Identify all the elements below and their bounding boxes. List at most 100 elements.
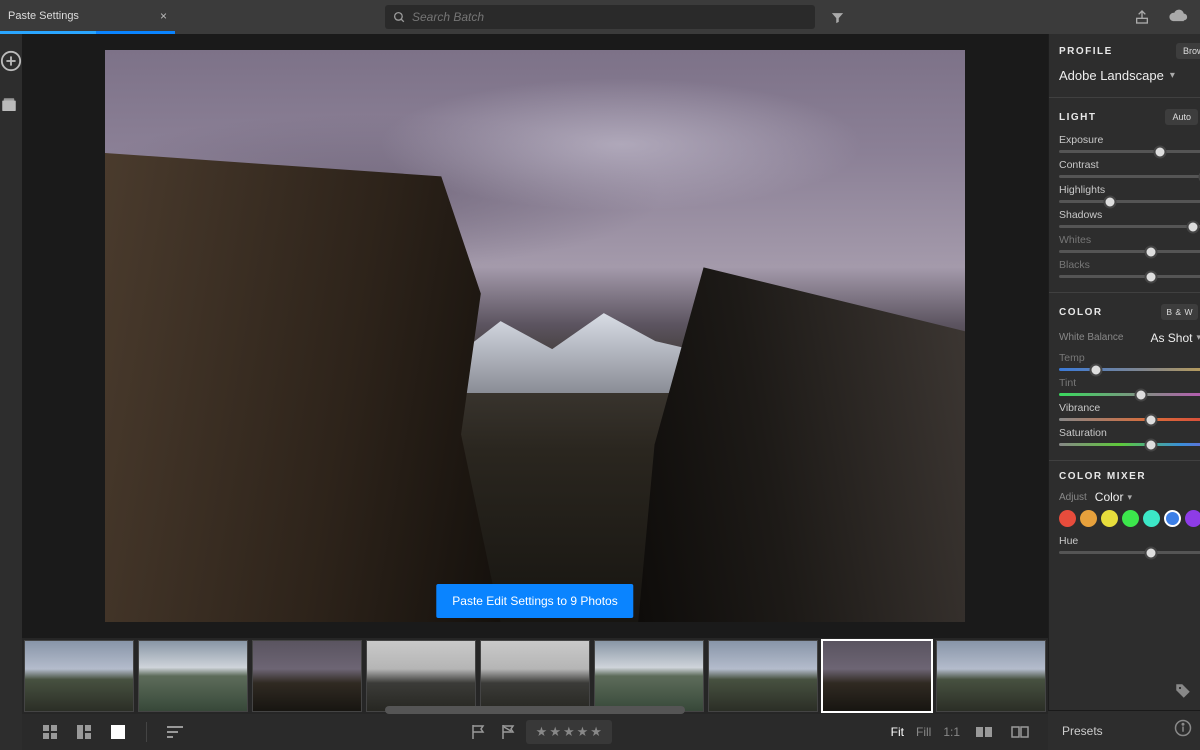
profile-value: Adobe Landscape xyxy=(1059,68,1164,83)
star-icon[interactable]: ★ xyxy=(549,724,561,740)
slider-label: Exposure xyxy=(1059,134,1103,146)
main-photo xyxy=(105,50,965,622)
wb-select[interactable]: As Shot ▾ xyxy=(1150,331,1200,345)
color-swatch[interactable] xyxy=(1164,510,1181,527)
slider-track[interactable] xyxy=(1059,418,1200,421)
before-after-icon[interactable] xyxy=(1008,720,1032,744)
star-rating[interactable]: ★ ★ ★ ★ ★ xyxy=(526,720,612,744)
thumbnail[interactable] xyxy=(366,640,476,712)
star-icon[interactable]: ★ xyxy=(563,724,575,740)
chevron-down-icon: ▾ xyxy=(1196,332,1200,343)
slider-track[interactable] xyxy=(1059,368,1200,371)
left-rail xyxy=(0,34,22,750)
top-bar: Paste Settings × xyxy=(0,0,1200,34)
star-icon[interactable]: ★ xyxy=(590,724,602,740)
slider-track[interactable] xyxy=(1059,200,1200,203)
chevron-down-icon: ▾ xyxy=(1170,70,1175,81)
color-swatch[interactable] xyxy=(1143,510,1160,527)
search-input[interactable] xyxy=(406,10,807,24)
show-original-icon[interactable] xyxy=(972,720,996,744)
adjust-label: Adjust xyxy=(1059,492,1087,503)
bottom-bar: ★ ★ ★ ★ ★ Fit Fill 1:1 xyxy=(22,714,1048,750)
color-heading: Color xyxy=(1059,307,1103,318)
slider-track[interactable] xyxy=(1059,150,1200,153)
zoom-1to1[interactable]: 1:1 xyxy=(943,725,960,739)
grid-view-icon[interactable] xyxy=(38,720,62,744)
color-swatch[interactable] xyxy=(1122,510,1139,527)
add-photos-icon[interactable] xyxy=(0,50,22,72)
color-swatches xyxy=(1059,510,1200,527)
light-heading: Light xyxy=(1059,112,1097,123)
filter-icon[interactable] xyxy=(830,10,845,25)
info-icon[interactable] xyxy=(1174,719,1192,742)
star-icon[interactable]: ★ xyxy=(536,724,548,740)
slider-track[interactable] xyxy=(1059,175,1200,178)
slider-track[interactable] xyxy=(1059,275,1200,278)
search-field[interactable] xyxy=(385,5,815,29)
slider-label: Highlights xyxy=(1059,184,1105,196)
color-mixer-section: Color Mixer Adjust Color ▾ Hue0 xyxy=(1059,471,1200,554)
star-icon[interactable]: ★ xyxy=(577,724,589,740)
flag-pick-icon[interactable] xyxy=(466,720,490,744)
slider-track[interactable] xyxy=(1059,443,1200,446)
document-tab[interactable]: Paste Settings × xyxy=(0,0,175,34)
browse-profiles-button[interactable]: Browse xyxy=(1176,43,1200,59)
thumbnail[interactable] xyxy=(24,640,134,712)
thumbnail[interactable] xyxy=(708,640,818,712)
slider-label: Temp xyxy=(1059,352,1085,364)
light-section: Light Auto ▾ Exposure + 0.58 Contrast + … xyxy=(1059,108,1200,278)
flag-reject-icon[interactable] xyxy=(496,720,520,744)
edit-panel: Profile Browse ▾ Adobe Landscape ▾ Li xyxy=(1048,34,1200,710)
mixer-heading: Color Mixer xyxy=(1059,471,1146,482)
wb-label: White Balance xyxy=(1059,332,1123,343)
color-swatch[interactable] xyxy=(1185,510,1200,527)
slider-track[interactable] xyxy=(1059,225,1200,228)
slider-label: Shadows xyxy=(1059,209,1102,221)
slider-label: Whites xyxy=(1059,234,1091,246)
thumbnail-selected[interactable] xyxy=(822,640,932,712)
tag-icon[interactable] xyxy=(1174,682,1192,705)
zoom-fit[interactable]: Fit xyxy=(891,725,904,739)
zoom-fill[interactable]: Fill xyxy=(916,725,931,739)
auto-button[interactable]: Auto xyxy=(1165,109,1198,125)
adjust-select[interactable]: Color ▾ xyxy=(1095,490,1132,504)
library-icon[interactable] xyxy=(0,96,22,118)
detail-view-icon[interactable] xyxy=(106,720,130,744)
slider-label: Vibrance xyxy=(1059,402,1100,414)
slider-track[interactable] xyxy=(1059,393,1200,396)
sort-icon[interactable] xyxy=(163,720,187,744)
slider-label: Saturation xyxy=(1059,427,1107,439)
thumbnail[interactable] xyxy=(936,640,1046,712)
slider-label: Tint xyxy=(1059,377,1076,389)
filmstrip[interactable] xyxy=(22,638,1048,714)
image-viewer[interactable]: Paste Edit Settings to 9 Photos xyxy=(22,34,1048,638)
presets-label: Presets xyxy=(1062,724,1103,738)
profile-select[interactable]: Adobe Landscape ▾ xyxy=(1059,68,1200,83)
profile-heading: Profile xyxy=(1059,46,1113,57)
color-swatch[interactable] xyxy=(1080,510,1097,527)
thumbnail[interactable] xyxy=(252,640,362,712)
color-swatch[interactable] xyxy=(1101,510,1118,527)
close-icon[interactable]: × xyxy=(160,9,167,23)
slider-label: Blacks xyxy=(1059,259,1090,271)
thumbnail[interactable] xyxy=(594,640,704,712)
filmstrip-scrollbar[interactable] xyxy=(385,706,685,714)
color-section: Color B & W ▾ White Balance As Shot ▾ xyxy=(1059,303,1200,446)
bw-button[interactable]: B & W xyxy=(1161,304,1198,320)
paste-toast: Paste Edit Settings to 9 Photos xyxy=(436,584,633,618)
hue-label: Hue xyxy=(1059,535,1078,547)
cloud-sync-icon[interactable] xyxy=(1168,9,1188,25)
center-area: Paste Edit Settings to 9 Photos xyxy=(22,34,1048,750)
hue-slider[interactable] xyxy=(1059,551,1200,554)
slider-label: Contrast xyxy=(1059,159,1099,171)
search-icon xyxy=(393,11,406,24)
profile-section: Profile Browse ▾ Adobe Landscape ▾ xyxy=(1059,42,1200,83)
thumbnail[interactable] xyxy=(480,640,590,712)
share-icon[interactable] xyxy=(1134,9,1150,25)
tab-title: Paste Settings xyxy=(8,10,79,22)
compare-view-icon[interactable] xyxy=(72,720,96,744)
chevron-down-icon: ▾ xyxy=(1127,492,1132,503)
color-swatch[interactable] xyxy=(1059,510,1076,527)
slider-track[interactable] xyxy=(1059,250,1200,253)
thumbnail[interactable] xyxy=(138,640,248,712)
